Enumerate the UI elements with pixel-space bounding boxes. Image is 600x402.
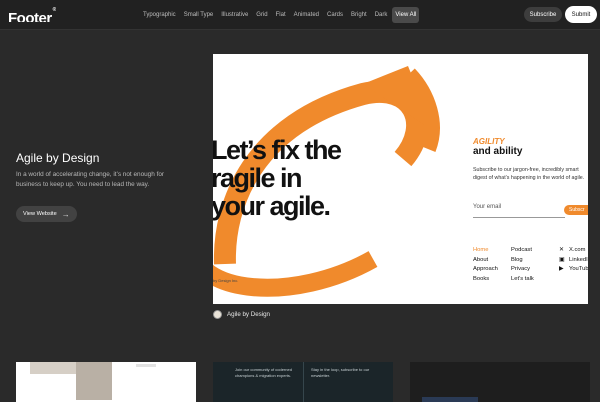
x-icon: ✕ [559, 247, 565, 253]
youtube-icon: ▶ [559, 266, 564, 272]
email-subscribe-button[interactable]: Subscr [564, 205, 588, 215]
nav-item-cards[interactable]: Cards [324, 7, 346, 23]
nav-item-typographic[interactable]: Typographic [140, 7, 179, 23]
nav-item-animated[interactable]: Animated [291, 7, 322, 23]
link-privacy[interactable]: Privacy [511, 265, 534, 275]
feature-description: In a world of accelerating change, it’s … [16, 171, 165, 188]
thumbnail-card[interactable]: Join our community of coderned champions… [213, 362, 393, 402]
submit-button[interactable]: Submit [565, 6, 597, 23]
arrow-right-icon: → [61, 209, 70, 219]
category-nav: Typographic Small Type Illustrative Grid… [140, 7, 420, 23]
thumbnail-divider [303, 362, 304, 402]
link-linkedin[interactable]: ▣ LinkedI [559, 256, 588, 266]
thumbnail-text: Stay in the loop, subscribe to our newsl… [311, 367, 370, 378]
link-approach[interactable]: Approach [473, 265, 498, 275]
link-books[interactable]: Books [473, 275, 498, 285]
links-column-3: ✕ X.com ▣ LinkedI ▶ YouTub [559, 246, 588, 275]
link-podcast[interactable]: Podcast [511, 246, 534, 256]
agility-word: AGILITY [473, 137, 505, 146]
view-website-label: View Website [23, 211, 57, 217]
nav-item-illustrative[interactable]: Illustrative [218, 7, 251, 23]
nav-item-dark[interactable]: Dark [372, 7, 391, 23]
email-input[interactable]: Your email [473, 204, 501, 210]
nav-item-grid[interactable]: Grid [253, 7, 270, 23]
link-x[interactable]: ✕ X.com [559, 246, 588, 256]
thumbnail-text: Join our community of coderned champions… [235, 367, 292, 378]
newsletter-description: Subscribe to our jargon-free, incredibly… [473, 167, 585, 181]
linkedin-icon: ▣ [559, 256, 565, 263]
link-x-label: X.com [569, 247, 586, 253]
link-about[interactable]: About [473, 256, 498, 266]
headline-line: Let’s fix the [213, 135, 342, 165]
email-underline [473, 217, 565, 218]
caption-text: Agile by Design [227, 311, 270, 318]
preview-caption[interactable]: Agile by Design [213, 310, 270, 319]
thumbnail-card[interactable] [16, 362, 196, 402]
nav-item-small-type[interactable]: Small Type [181, 7, 217, 23]
nav-item-bright[interactable]: Bright [348, 7, 370, 23]
headline-line: ragile in [213, 163, 303, 193]
site-logo[interactable]: Footer® [8, 6, 56, 22]
and-ability-heading: and ability [473, 146, 523, 157]
view-website-button[interactable]: View Website → [16, 206, 77, 222]
thumbnail-bar [136, 364, 156, 367]
subscribe-button[interactable]: Subscribe [524, 7, 562, 22]
link-youtube[interactable]: ▶ YouTub [559, 265, 588, 275]
logo-text: Footer [8, 10, 52, 22]
links-column-1: Home About Approach Books [473, 246, 498, 284]
headline-line: your agile. [213, 191, 331, 221]
thumbnail-image [76, 362, 112, 400]
top-bar: Footer® Typographic Small Type Illustrat… [0, 0, 600, 30]
link-lets-talk[interactable]: Let’s talk [511, 275, 534, 285]
links-column-2: Podcast Blog Privacy Let’s talk [511, 246, 534, 284]
preview-headline: Let’s fix the ragile in your agile. [213, 135, 342, 221]
site-avatar [213, 310, 222, 319]
site-preview[interactable]: Let’s fix the ragile in your agile. by D… [213, 54, 588, 304]
preview-copyright: by Design Inc. [213, 278, 239, 283]
nav-item-flat[interactable]: Flat [273, 7, 289, 23]
link-linkedin-label: LinkedI [569, 256, 588, 263]
logo-mark: ® [52, 7, 56, 13]
link-blog[interactable]: Blog [511, 256, 534, 266]
feature-title: Agile by Design [16, 151, 100, 165]
link-youtube-label: YouTub [569, 266, 588, 272]
thumbnail-card[interactable] [410, 362, 590, 402]
link-home[interactable]: Home [473, 246, 498, 256]
nav-item-view-all[interactable]: View All [392, 7, 420, 23]
